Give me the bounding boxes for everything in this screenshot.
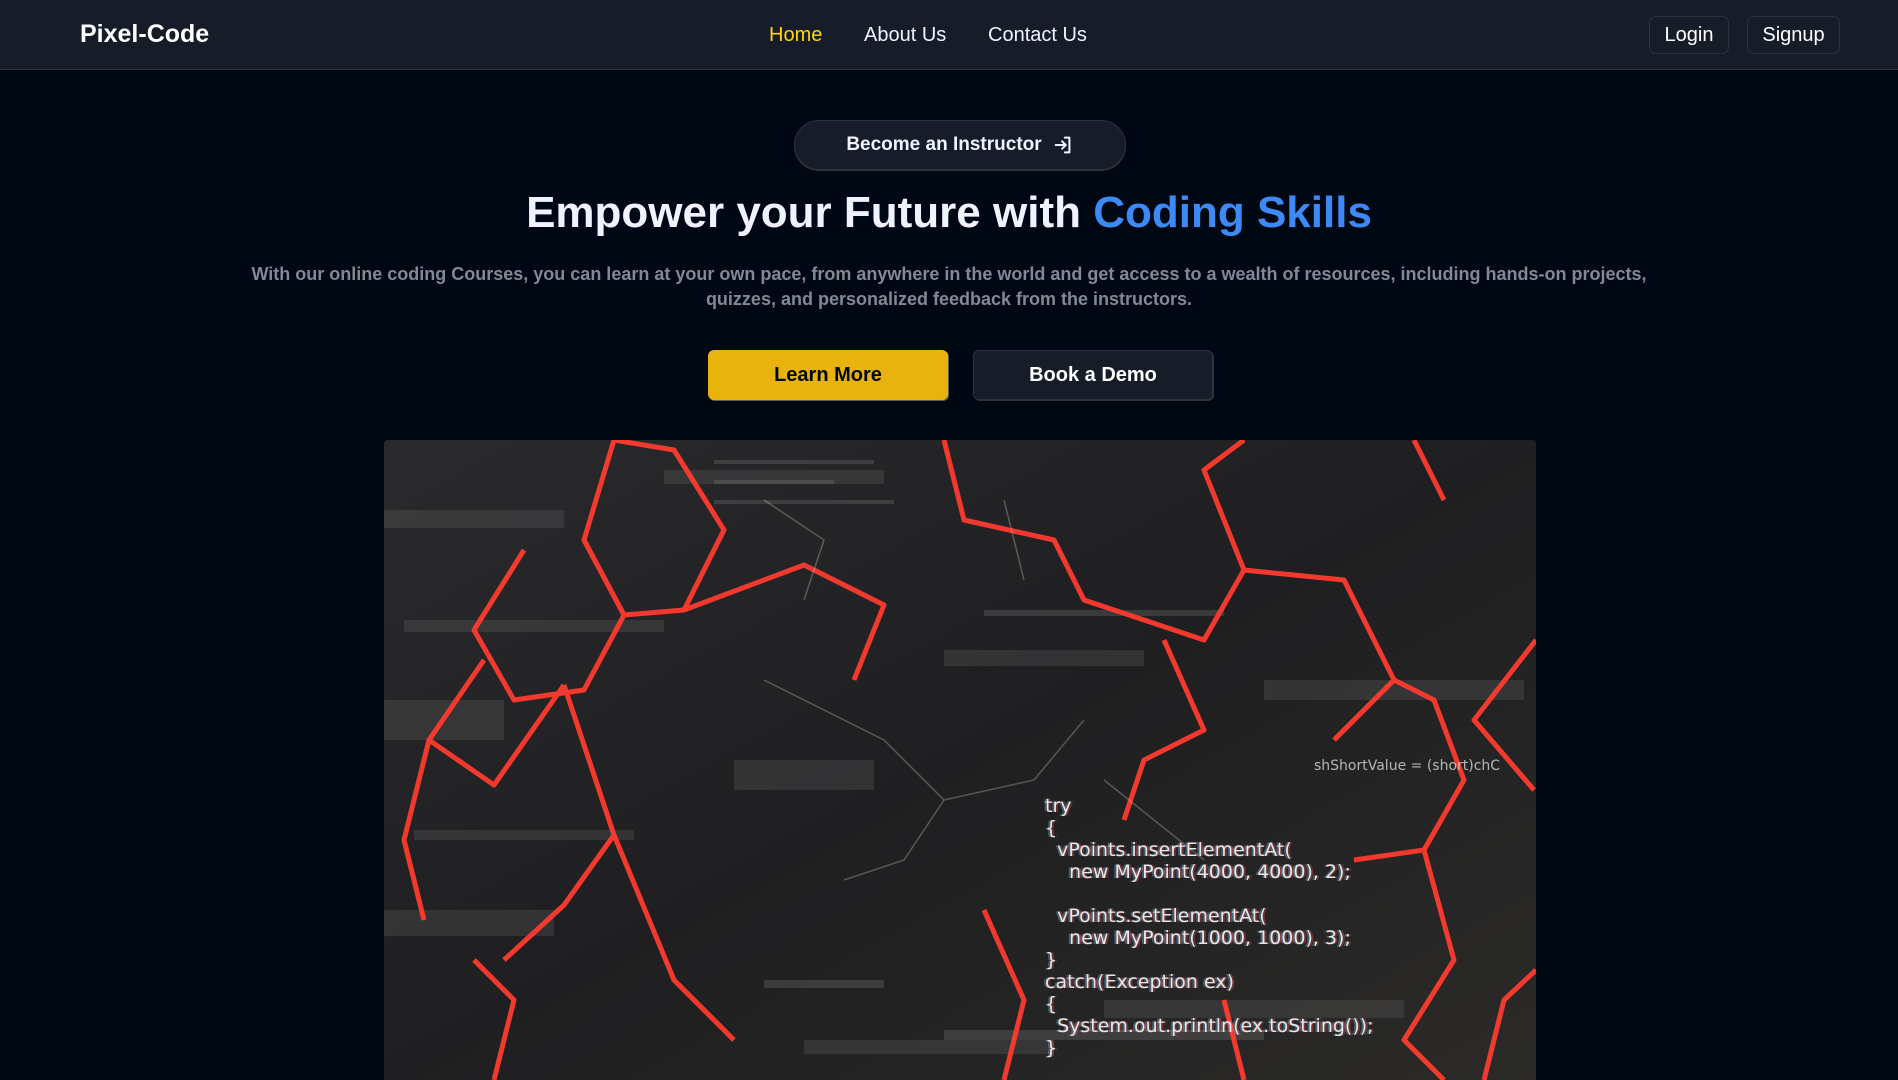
become-instructor-label: Become an Instructor bbox=[846, 134, 1042, 155]
become-instructor-button[interactable]: Become an Instructor bbox=[794, 120, 1126, 170]
signup-button[interactable]: Signup bbox=[1747, 16, 1840, 54]
login-button[interactable]: Login bbox=[1649, 16, 1729, 54]
nav-link-about-us[interactable]: About Us bbox=[864, 24, 946, 47]
navbar: Pixel-Code Home About Us Contact Us Logi… bbox=[0, 0, 1898, 70]
book-demo-button[interactable]: Book a Demo bbox=[973, 350, 1213, 400]
hero-description: With our online coding Courses, you can … bbox=[251, 264, 1647, 309]
nav-link-contact-us[interactable]: Contact Us bbox=[988, 24, 1087, 47]
nav-link-home[interactable]: Home bbox=[769, 24, 822, 47]
video-code-top: shShortValue = (short)chC bbox=[1314, 758, 1501, 774]
hero-video[interactable]: shShortValue = (short)chC try { vPoints.… bbox=[384, 440, 1536, 1080]
nav-links: Home About Us Contact Us bbox=[0, 24, 1898, 50]
hero-heading-prefix: Empower your Future with bbox=[526, 188, 1094, 237]
hero-heading: Empower your Future with Coding Skills bbox=[0, 188, 1898, 238]
video-code-snippet: try { vPoints.insertElementAt( new MyPoi… bbox=[1045, 795, 1374, 1059]
arrow-right-login-icon bbox=[1054, 136, 1071, 154]
learn-more-button[interactable]: Learn More bbox=[708, 350, 948, 400]
hero-heading-highlight: Coding Skills bbox=[1093, 188, 1372, 237]
